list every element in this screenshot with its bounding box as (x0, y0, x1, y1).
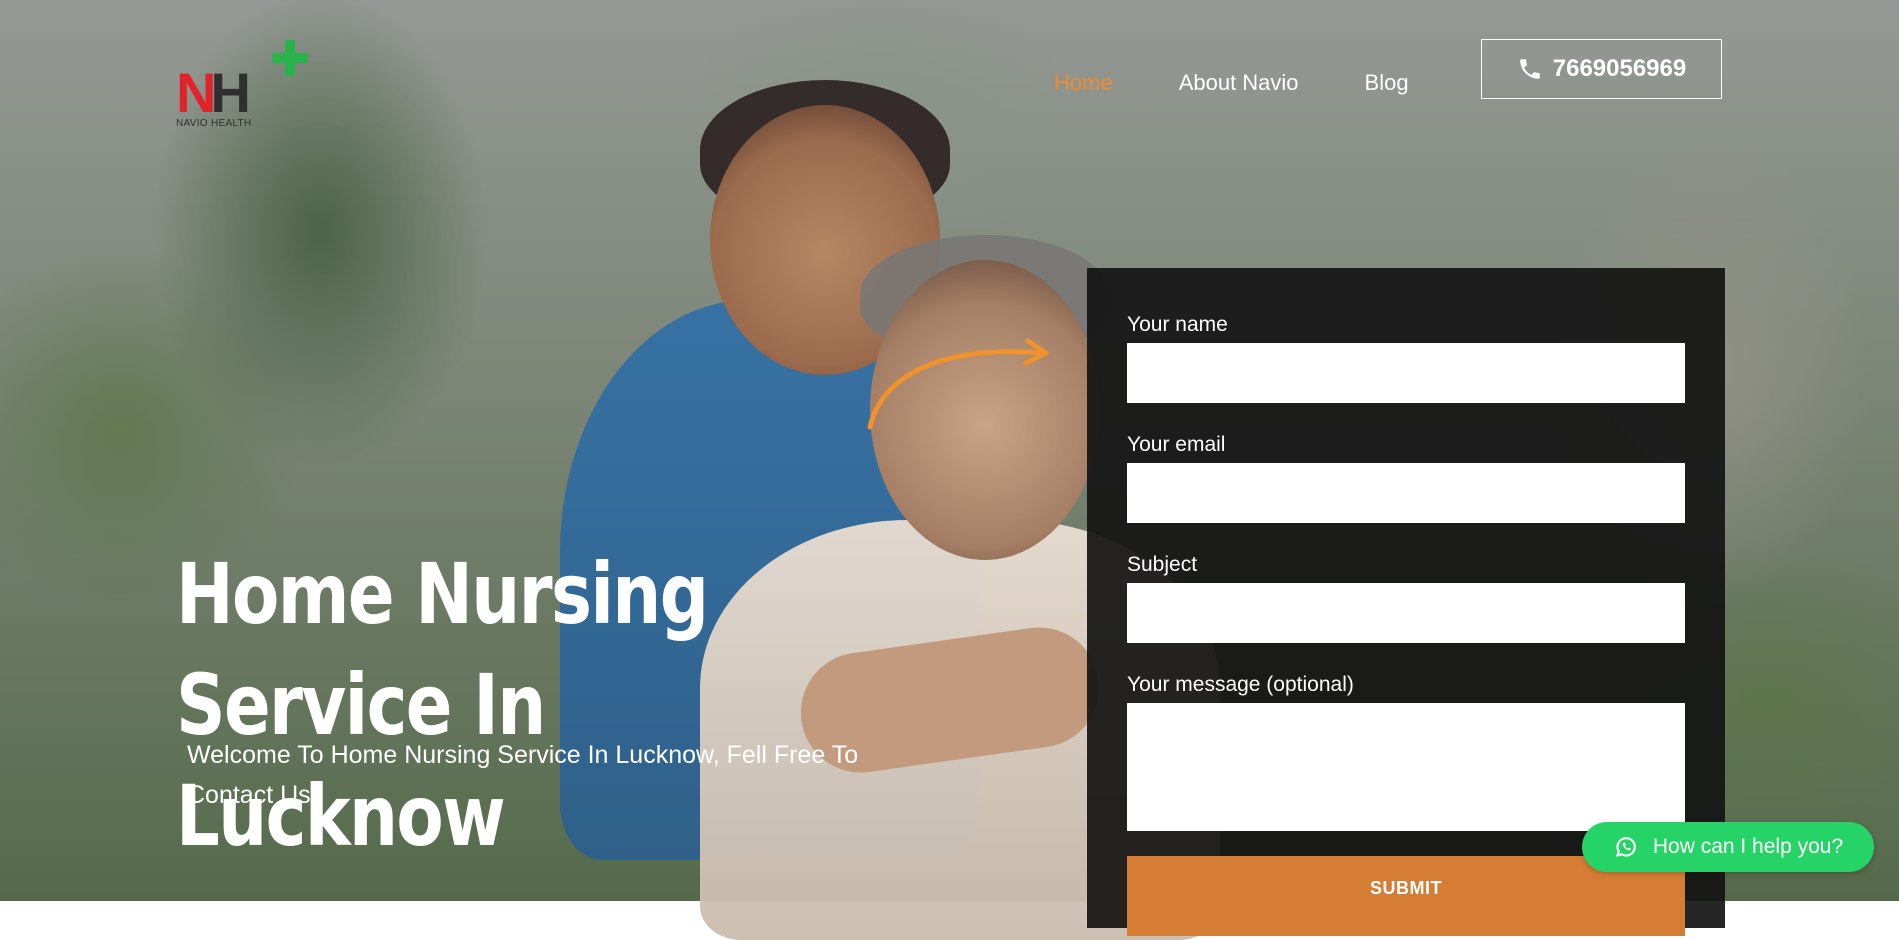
nav-blog[interactable]: Blog (1365, 70, 1409, 96)
main-nav: Home About Navio Blog (1054, 70, 1409, 96)
plus-icon (272, 40, 308, 76)
whatsapp-chat-button[interactable]: How can I help you? (1582, 822, 1874, 872)
subject-input[interactable] (1127, 583, 1685, 643)
phone-icon (1520, 59, 1540, 79)
logo-letters: NH (176, 61, 251, 124)
subject-label: Subject (1127, 553, 1198, 576)
hero-subtitle: Welcome To Home Nursing Service In Luckn… (187, 741, 859, 809)
decorative-arrow-icon (867, 338, 1049, 430)
email-label: Your email (1127, 433, 1226, 456)
whatsapp-icon (1616, 837, 1636, 857)
email-input[interactable] (1127, 463, 1685, 523)
nav-about-navio[interactable]: About Navio (1179, 70, 1299, 96)
name-input[interactable] (1127, 343, 1685, 403)
nav-home[interactable]: Home (1054, 70, 1113, 96)
phone-number: 7669056969 (1552, 55, 1687, 82)
navio-health-logo[interactable]: NH NAVIO HEALTH (176, 40, 308, 129)
message-textarea[interactable] (1127, 703, 1685, 831)
hero-title: Home Nursing Service In Lucknow (176, 545, 709, 866)
message-label: Your message (optional) (1127, 673, 1354, 696)
phone-call-button[interactable]: 7669056969 (1481, 39, 1722, 99)
logo-subtitle: NAVIO HEALTH (176, 118, 252, 129)
whatsapp-label: How can I help you? (1652, 835, 1844, 858)
name-label: Your name (1127, 313, 1228, 336)
